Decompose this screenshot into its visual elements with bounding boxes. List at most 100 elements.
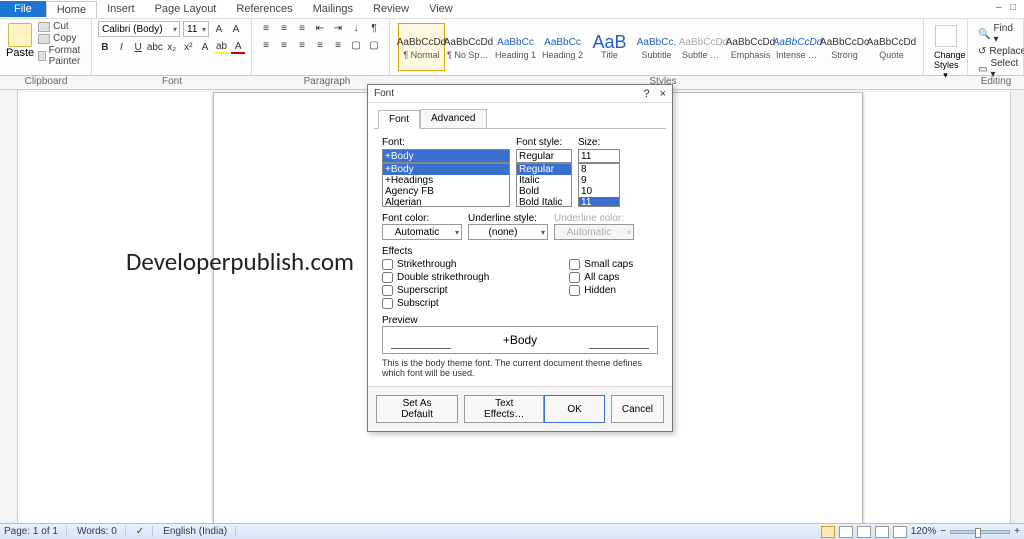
font-color-button[interactable]: A xyxy=(231,40,245,54)
list-option[interactable]: 8 xyxy=(579,164,619,175)
style-item[interactable]: AaBbCcDdEmphasis xyxy=(727,23,774,71)
replace-button[interactable]: ↺Replace xyxy=(978,46,1013,57)
effect-checkbox[interactable]: Strikethrough xyxy=(382,259,489,270)
dialog-close-button[interactable]: × xyxy=(660,88,666,100)
vertical-ruler[interactable] xyxy=(0,92,18,523)
effect-checkbox[interactable]: Small caps xyxy=(569,259,633,270)
tab-references[interactable]: References xyxy=(226,1,302,17)
select-button[interactable]: ▭Select ▾ xyxy=(978,58,1013,80)
status-page[interactable]: Page: 1 of 1 xyxy=(4,526,67,537)
list-option[interactable]: 11 xyxy=(579,197,619,207)
zoom-slider[interactable] xyxy=(950,530,1010,534)
sort-button[interactable]: ↓ xyxy=(348,21,364,35)
view-draft[interactable] xyxy=(893,526,907,538)
paste-button[interactable]: Paste xyxy=(6,21,34,59)
style-item[interactable]: AaBbCcDd¶ No Spacing xyxy=(445,23,492,71)
checkbox-input[interactable] xyxy=(382,285,393,296)
format-painter-button[interactable]: Format Painter xyxy=(38,45,85,67)
view-web-layout[interactable] xyxy=(857,526,871,538)
underline-button[interactable]: U xyxy=(131,40,145,54)
dialog-tab-advanced[interactable]: Advanced xyxy=(420,109,486,128)
dialog-titlebar[interactable]: Font ? × xyxy=(368,85,672,103)
effect-checkbox[interactable]: All caps xyxy=(569,272,633,283)
font-family-combo[interactable]: Calibri (Body) xyxy=(98,21,180,37)
tab-home[interactable]: Home xyxy=(46,1,97,18)
align-right-button[interactable]: ≡ xyxy=(294,38,310,52)
borders-button[interactable]: ▢ xyxy=(366,38,382,52)
list-option[interactable]: +Body xyxy=(383,164,509,175)
list-option[interactable]: 10 xyxy=(579,186,619,197)
text-effects-button[interactable]: A xyxy=(198,40,212,54)
window-restore-icon[interactable]: □ xyxy=(1010,2,1020,12)
find-button[interactable]: 🔍Find ▾ xyxy=(978,23,1013,45)
bold-button[interactable]: B xyxy=(98,40,112,54)
set-as-default-button[interactable]: Set As Default xyxy=(376,395,458,423)
view-full-screen[interactable] xyxy=(839,526,853,538)
multilevel-list-button[interactable]: ≡ xyxy=(294,21,310,35)
font-style-input[interactable] xyxy=(516,149,572,163)
increase-indent-button[interactable]: ⇥ xyxy=(330,21,346,35)
tab-mailings[interactable]: Mailings xyxy=(303,1,363,17)
underline-style-combo[interactable]: (none) xyxy=(468,224,548,240)
style-item[interactable]: AaBbCc.Subtitle xyxy=(633,23,680,71)
align-center-button[interactable]: ≡ xyxy=(276,38,292,52)
style-item[interactable]: AaBbCcDdIntense Em… xyxy=(774,23,821,71)
checkbox-input[interactable] xyxy=(569,259,580,270)
list-option[interactable]: Bold xyxy=(517,186,571,197)
tab-review[interactable]: Review xyxy=(363,1,419,17)
checkbox-input[interactable] xyxy=(382,272,393,283)
view-outline[interactable] xyxy=(875,526,889,538)
tab-view[interactable]: View xyxy=(419,1,463,17)
effect-checkbox[interactable]: Double strikethrough xyxy=(382,272,489,283)
cancel-button[interactable]: Cancel xyxy=(611,395,664,423)
status-proofing-icon[interactable]: ✓ xyxy=(136,526,153,537)
dialog-tab-font[interactable]: Font xyxy=(378,110,420,129)
style-item[interactable]: AaBbCcDcStrong xyxy=(821,23,868,71)
document-text[interactable]: Developerpublish.com xyxy=(126,246,354,277)
font-name-input[interactable] xyxy=(382,149,510,163)
decrease-indent-button[interactable]: ⇤ xyxy=(312,21,328,35)
checkbox-input[interactable] xyxy=(569,285,580,296)
status-language[interactable]: English (India) xyxy=(163,526,236,537)
font-size-combo[interactable]: 11 xyxy=(183,21,209,37)
zoom-in-button[interactable]: + xyxy=(1014,526,1020,537)
effect-checkbox[interactable]: Subscript xyxy=(382,298,489,309)
superscript-button[interactable]: x² xyxy=(182,40,196,54)
justify-button[interactable]: ≡ xyxy=(312,38,328,52)
tab-file[interactable]: File xyxy=(0,1,46,17)
tab-page-layout[interactable]: Page Layout xyxy=(145,1,227,17)
list-option[interactable]: +Headings xyxy=(383,175,509,186)
font-style-list[interactable]: RegularItalicBoldBold Italic xyxy=(516,163,572,207)
list-option[interactable]: Agency FB xyxy=(383,186,509,197)
dialog-help-button[interactable]: ? xyxy=(643,88,649,100)
effect-checkbox[interactable]: Hidden xyxy=(569,285,633,296)
tab-insert[interactable]: Insert xyxy=(97,1,145,17)
show-marks-button[interactable]: ¶ xyxy=(366,21,382,35)
shrink-font-button[interactable]: A xyxy=(229,22,243,36)
window-minimize-icon[interactable]: – xyxy=(996,2,1006,12)
zoom-percent[interactable]: 120% xyxy=(911,526,937,537)
style-item[interactable]: AaBbCcDdSubtle Emp… xyxy=(680,23,727,71)
copy-button[interactable]: Copy xyxy=(38,33,85,44)
list-option[interactable]: Algerian xyxy=(383,197,509,207)
list-option[interactable]: Bold Italic xyxy=(517,197,571,207)
highlight-color-button[interactable]: ab xyxy=(215,40,229,54)
list-option[interactable]: Italic xyxy=(517,175,571,186)
strikethrough-button[interactable]: abc xyxy=(148,40,162,54)
change-styles-button[interactable]: Change Styles ▾ xyxy=(934,50,957,81)
view-print-layout[interactable] xyxy=(821,526,835,538)
status-words[interactable]: Words: 0 xyxy=(77,526,126,537)
line-spacing-button[interactable]: ≡ xyxy=(330,38,346,52)
style-item[interactable]: AaBTitle xyxy=(586,23,633,71)
vertical-scrollbar[interactable] xyxy=(1010,92,1024,523)
subscript-button[interactable]: x₂ xyxy=(165,40,179,54)
cut-button[interactable]: Cut xyxy=(38,21,85,32)
list-option[interactable]: 9 xyxy=(579,175,619,186)
align-left-button[interactable]: ≡ xyxy=(258,38,274,52)
checkbox-input[interactable] xyxy=(382,298,393,309)
font-size-list[interactable]: 89101112 xyxy=(578,163,620,207)
numbering-button[interactable]: ≡ xyxy=(276,21,292,35)
italic-button[interactable]: I xyxy=(115,40,129,54)
font-size-input[interactable] xyxy=(578,149,620,163)
shading-button[interactable]: ▢ xyxy=(348,38,364,52)
